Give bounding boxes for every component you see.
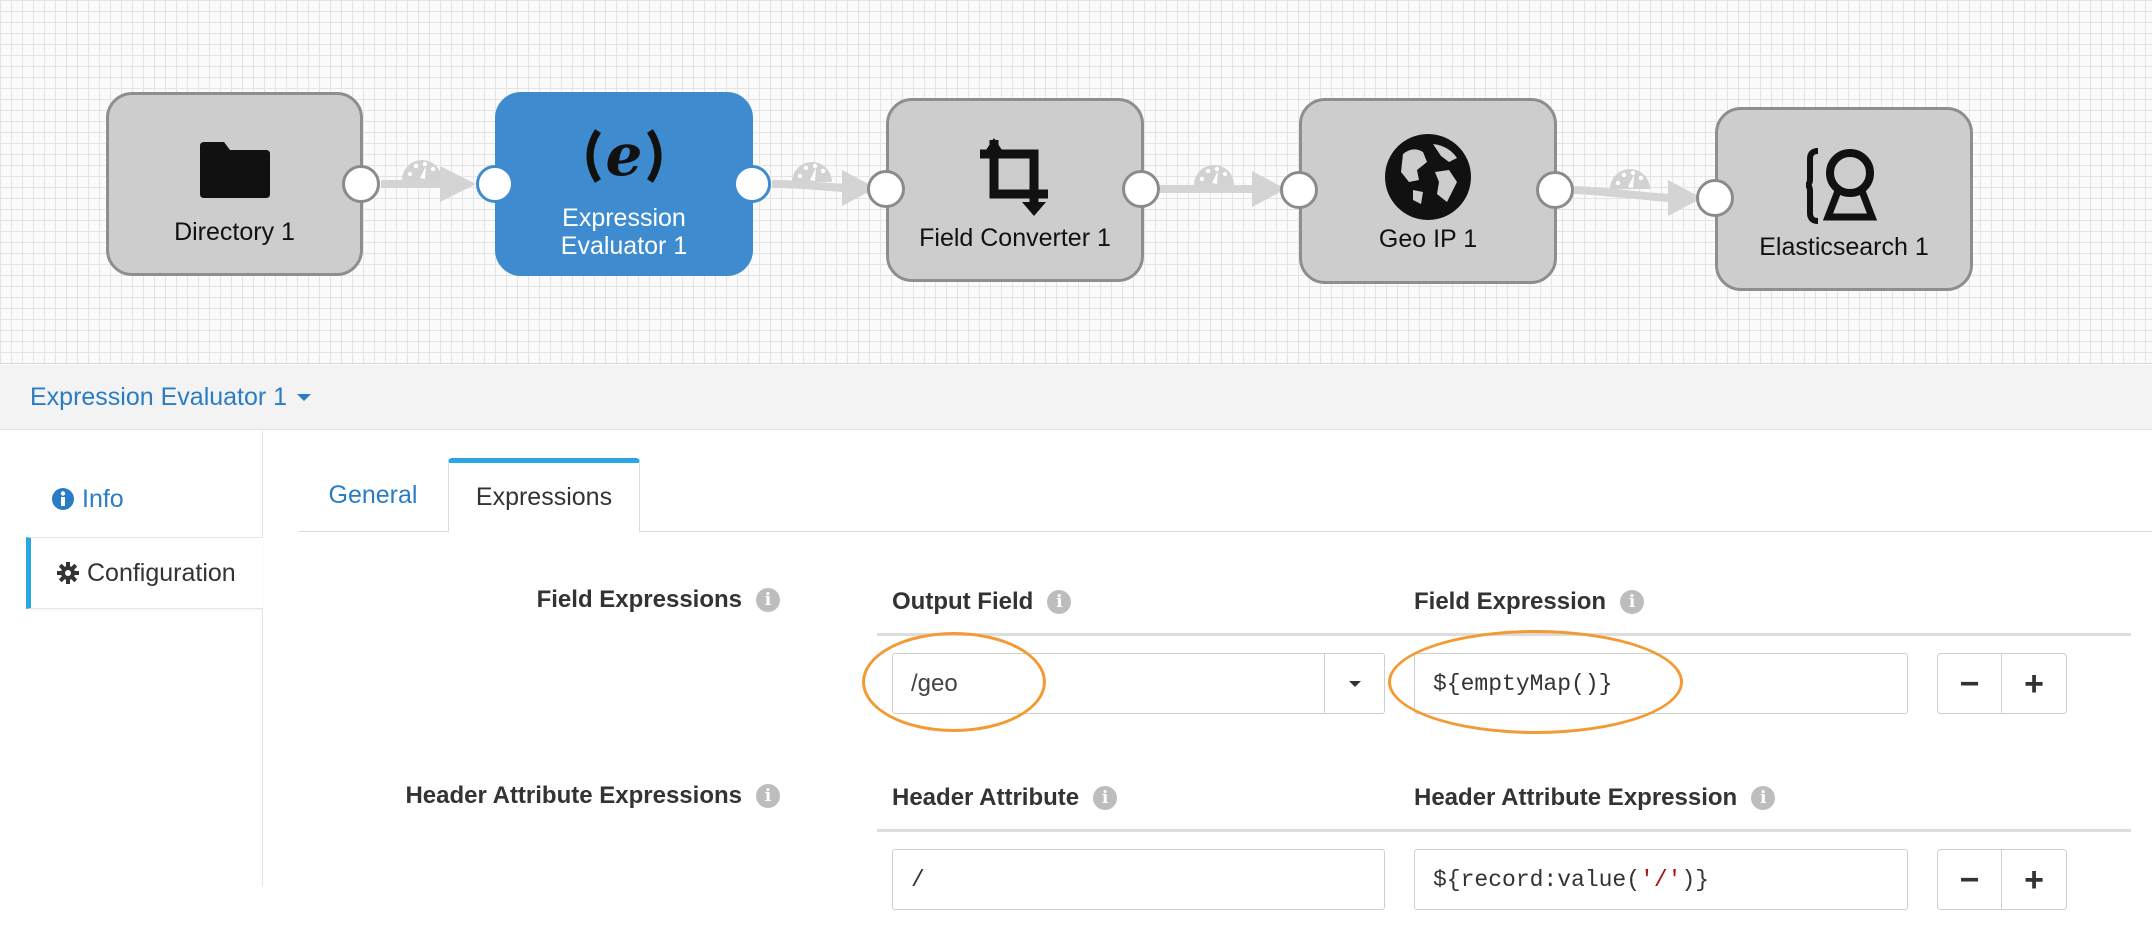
globe-icon	[1383, 129, 1473, 225]
stage-node-label: Geo IP 1	[1378, 225, 1478, 253]
header-attribute-expressions-label: Header Attribute Expressions i	[405, 782, 780, 810]
header-attribute-header: Header Attribute i	[892, 784, 1118, 812]
field-expressions-label: Field Expressions i	[537, 586, 780, 614]
stage-node-geo-ip[interactable]: Geo IP 1	[1299, 98, 1557, 284]
field-expressions-label-text: Field Expressions	[536, 586, 742, 613]
input-port[interactable]	[867, 170, 905, 208]
gear-icon	[57, 562, 79, 584]
stage-node-label: Expression Evaluator 1	[560, 204, 688, 260]
divider	[877, 633, 2131, 636]
stage-selector-label: Expression Evaluator 1	[30, 382, 288, 411]
header-attribute-input[interactable]: /	[892, 849, 1385, 910]
field-expression-input[interactable]: ${emptyMap()}	[1414, 653, 1908, 714]
field-expression-value: ${emptyMap()}	[1433, 670, 1613, 697]
metrics-gauge-icon	[1610, 169, 1650, 189]
side-nav-configuration[interactable]: Configuration	[26, 537, 263, 609]
header-attribute-expression-input[interactable]: ${record:value('/')}	[1414, 849, 1908, 910]
link-directory-to-expression[interactable]	[381, 160, 476, 202]
output-field-select[interactable]: /geo	[892, 653, 1385, 714]
pipeline-canvas[interactable]: Directory 1 e Expression Evaluator 1 Fie…	[0, 0, 2152, 364]
metrics-gauge-icon	[792, 162, 832, 182]
header-attribute-expression-header: Header Attribute Expression i	[1414, 784, 1776, 812]
remove-row-button[interactable]: −	[1937, 653, 2002, 714]
stage-node-field-converter[interactable]: Field Converter 1	[886, 98, 1144, 282]
elasticsearch-icon	[1804, 137, 1884, 233]
header-attribute-row-actions: − +	[1937, 849, 2068, 910]
field-expression-row-actions: − +	[1937, 653, 2068, 714]
side-nav-configuration-label: Configuration	[87, 558, 236, 587]
expression-code-suffix: )}	[1681, 866, 1710, 893]
info-icon[interactable]: i	[1620, 590, 1645, 614]
info-icon[interactable]: i	[756, 784, 780, 808]
output-port[interactable]	[342, 165, 380, 203]
input-port[interactable]	[1280, 171, 1318, 209]
output-field-dropdown-toggle[interactable]	[1324, 653, 1384, 714]
field-expression-header: Field Expression i	[1414, 588, 1645, 616]
output-field-header: Output Field i	[892, 588, 1072, 616]
side-nav-info[interactable]: Info	[26, 463, 263, 535]
output-port[interactable]	[1536, 171, 1574, 209]
crop-icon	[976, 128, 1054, 224]
folder-icon	[198, 122, 272, 218]
output-field-header-text: Output Field	[892, 588, 1034, 615]
stage-selector-bar: Expression Evaluator 1	[0, 365, 2152, 430]
info-icon[interactable]: i	[756, 588, 780, 612]
stage-node-expression-evaluator[interactable]: e Expression Evaluator 1	[495, 92, 753, 276]
header-attribute-value: /	[911, 866, 925, 893]
link-fieldconverter-to-geoip[interactable]	[1160, 165, 1286, 207]
info-icon[interactable]: i	[1751, 786, 1776, 810]
info-circle-icon	[52, 488, 74, 510]
metrics-gauge-icon	[402, 160, 442, 180]
header-attribute-expression-value: ${record:value('/')}	[1433, 867, 1709, 893]
input-port[interactable]	[1696, 179, 1734, 217]
link-expression-to-fieldconverter[interactable]	[771, 162, 876, 206]
stage-node-elasticsearch[interactable]: Elasticsearch 1	[1715, 107, 1973, 291]
divider	[877, 829, 2131, 832]
info-icon[interactable]: i	[1093, 786, 1118, 810]
header-attribute-expressions-label-text: Header Attribute Expressions	[405, 782, 742, 809]
caret-down-icon	[297, 393, 312, 401]
caret-down-icon	[1348, 680, 1361, 687]
side-nav: Info Configuration	[0, 431, 263, 886]
expression-icon: e	[578, 108, 670, 204]
info-icon[interactable]: i	[1047, 590, 1072, 614]
stage-node-label: Elasticsearch 1	[1759, 233, 1929, 261]
config-tabs: General Expressions	[298, 458, 2152, 533]
field-expression-header-text: Field Expression	[1414, 588, 1607, 615]
tab-expressions[interactable]: Expressions	[448, 458, 640, 533]
stage-node-label: Directory 1	[174, 218, 295, 246]
tab-general[interactable]: General	[298, 458, 448, 532]
output-port[interactable]	[733, 165, 771, 203]
remove-row-button[interactable]: −	[1937, 849, 2002, 910]
stage-node-label: Field Converter 1	[919, 224, 1111, 252]
metrics-gauge-icon	[1194, 165, 1234, 185]
expression-code-string: '/'	[1640, 866, 1682, 893]
input-port[interactable]	[476, 165, 514, 203]
add-row-button[interactable]: +	[2002, 653, 2067, 714]
expression-code-prefix: ${record:value(	[1433, 866, 1641, 893]
output-port[interactable]	[1122, 170, 1160, 208]
add-row-button[interactable]: +	[2002, 849, 2067, 910]
header-attribute-expression-header-text: Header Attribute Expression	[1414, 784, 1738, 811]
link-geoip-to-elasticsearch[interactable]	[1573, 169, 1702, 216]
stage-selector-dropdown[interactable]: Expression Evaluator 1	[30, 382, 312, 412]
stage-node-directory[interactable]: Directory 1	[106, 92, 363, 276]
svg-text:e: e	[606, 123, 643, 189]
side-nav-info-label: Info	[82, 484, 124, 513]
header-attribute-header-text: Header Attribute	[892, 784, 1080, 811]
output-field-value: /geo	[911, 669, 958, 697]
